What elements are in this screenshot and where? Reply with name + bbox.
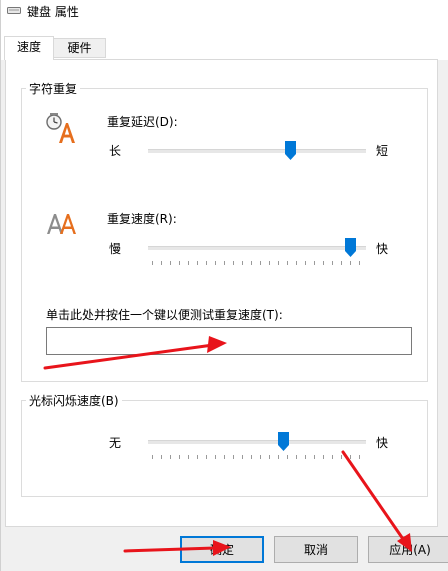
- repeat-test-label: 单击此处并按住一个键以便测试重复速度(T):: [46, 308, 283, 322]
- repeat-rate-slider-thumb[interactable]: [344, 238, 356, 257]
- cursor-blink-min-label: 无: [109, 436, 122, 450]
- repeat-rate-track[interactable]: [148, 246, 366, 251]
- repeat-rate-ticks: [152, 261, 360, 265]
- repeat-rate-max-label: 快: [376, 242, 389, 256]
- cancel-button[interactable]: 取消: [274, 536, 358, 563]
- window-title: 键盘 属性: [27, 5, 79, 19]
- cursor-blink-track[interactable]: [148, 440, 366, 445]
- double-letter-a-icon: [47, 214, 76, 234]
- keyboard-properties-window: 键盘 属性 速度 硬件 字符重复 重复延迟(D): 长 短 重复速度(R): 慢…: [0, 0, 448, 571]
- keyboard-icon: [7, 7, 21, 14]
- ok-button[interactable]: 确定: [180, 536, 264, 563]
- cursor-blink-slider-thumb[interactable]: [278, 432, 290, 451]
- cursor-blink-title: 光标闪烁速度(B): [29, 394, 119, 408]
- apply-button[interactable]: 应用(A): [368, 536, 448, 563]
- repeat-rate-label: 重复速度(R):: [107, 212, 177, 226]
- character-repeat-title: 字符重复: [29, 82, 78, 96]
- repeat-delay-min-label: 长: [109, 144, 122, 158]
- repeat-delay-track[interactable]: [148, 149, 366, 154]
- speed-tab-panel: 字符重复 重复延迟(D): 长 短 重复速度(R): 慢 快 单击此处并按住一个…: [5, 59, 438, 527]
- repeat-delay-label: 重复延迟(D):: [107, 115, 178, 129]
- cursor-blink-max-label: 快: [376, 436, 389, 450]
- tab-speed[interactable]: 速度: [4, 36, 54, 60]
- repeat-delay-slider-thumb[interactable]: [284, 141, 296, 160]
- title-bar: 键盘 属性: [1, 0, 448, 22]
- cursor-blink-ticks: [152, 455, 360, 459]
- repeat-delay-max-label: 短: [376, 144, 389, 158]
- repeat-rate-min-label: 慢: [109, 242, 122, 256]
- tab-hardware[interactable]: 硬件: [54, 38, 106, 58]
- repeat-test-input[interactable]: [46, 327, 412, 355]
- clock-letter-a-icon: [46, 113, 75, 143]
- tab-strip: 速度 硬件: [1, 22, 448, 60]
